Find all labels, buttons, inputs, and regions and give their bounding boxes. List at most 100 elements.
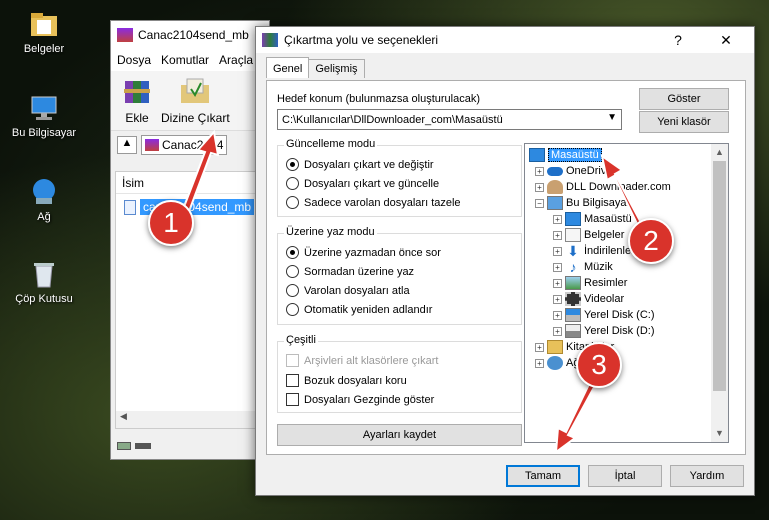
folder-icon bbox=[28, 8, 60, 40]
cancel-button[interactable]: İptal bbox=[588, 465, 662, 487]
ok-button[interactable]: Tamam bbox=[506, 465, 580, 487]
desktop-icon-label: Bu Bilgisayar bbox=[11, 127, 77, 139]
tree-node-user[interactable]: + DLL Downloader.com bbox=[535, 179, 671, 195]
file-icon bbox=[124, 199, 136, 215]
update-option-extract-update[interactable]: Dosyaları çıkart ve güncelle bbox=[286, 177, 439, 190]
checkbox bbox=[286, 354, 299, 367]
network-icon bbox=[547, 356, 563, 370]
collapse-icon[interactable]: − bbox=[535, 198, 544, 208]
tree-node-label: Masaüstü bbox=[584, 213, 632, 225]
desktop-icon-this-pc[interactable]: Bu Bilgisayar bbox=[4, 92, 84, 139]
expand-icon[interactable]: + bbox=[535, 358, 544, 368]
misc-option-show-in-explorer[interactable]: Dosyaları Gezginde göster bbox=[286, 393, 434, 406]
tree-node-label: Yerel Disk (C:) bbox=[584, 309, 655, 321]
overwrite-option-ask[interactable]: Üzerine yazmadan önce sor bbox=[286, 246, 441, 259]
destination-label: Hedef konum (bulunmazsa oluşturulacak) bbox=[277, 93, 480, 105]
menu-file[interactable]: Dosya bbox=[117, 53, 151, 67]
checkbox[interactable] bbox=[286, 374, 299, 387]
menu-commands[interactable]: Komutlar bbox=[161, 53, 209, 67]
dialog-title: Çıkartma yolu ve seçenekleri bbox=[284, 33, 439, 47]
help-title-button[interactable]: ? bbox=[658, 27, 698, 53]
tree-node-desktop[interactable]: Masaüstü bbox=[529, 147, 602, 163]
tree-node-videos[interactable]: + Videolar bbox=[553, 291, 624, 307]
desktop-icon-recycle-bin[interactable]: Çöp Kutusu bbox=[4, 258, 84, 305]
radio-button[interactable] bbox=[286, 303, 299, 316]
tab-general[interactable]: Genel bbox=[266, 57, 310, 78]
list-item[interactable]: canac2104send_mb bbox=[124, 198, 268, 216]
expand-icon[interactable]: + bbox=[553, 230, 562, 240]
overwrite-option-rename[interactable]: Otomatik yeniden adlandır bbox=[286, 303, 432, 316]
tab-advanced[interactable]: Gelişmiş bbox=[308, 59, 365, 78]
update-option-extract-replace[interactable]: Dosyaları çıkart ve değiştir bbox=[286, 158, 434, 171]
expand-icon[interactable]: + bbox=[553, 326, 562, 336]
up-folder-icon[interactable]: ▲ bbox=[117, 136, 137, 154]
expand-icon[interactable]: + bbox=[553, 294, 562, 304]
overwrite-mode-title: Üzerine yaz modu bbox=[284, 226, 377, 238]
misc-option-keep-broken[interactable]: Bozuk dosyaları koru bbox=[286, 374, 407, 387]
show-button[interactable]: Göster bbox=[639, 88, 729, 110]
archive-books-icon bbox=[121, 75, 153, 107]
tree-node-music[interactable]: + ♪ Müzik bbox=[553, 259, 613, 275]
tab-panel-general: Hedef konum (bulunmazsa oluşturulacak) C… bbox=[266, 80, 746, 455]
expand-icon[interactable]: + bbox=[553, 310, 562, 320]
extract-to-button[interactable]: Dizine Çıkart bbox=[161, 75, 230, 126]
file-list: İsim canac2104send_mb ◀ bbox=[115, 171, 269, 429]
key-icon bbox=[135, 443, 151, 449]
radio-button[interactable] bbox=[286, 177, 299, 190]
radio-button[interactable] bbox=[286, 265, 299, 278]
chevron-down-icon[interactable]: ▼ bbox=[607, 112, 617, 123]
update-option-freshen[interactable]: Sadece varolan dosyaları tazele bbox=[286, 196, 461, 209]
overwrite-option-skip[interactable]: Varolan dosyaları atla bbox=[286, 284, 410, 297]
checkbox[interactable] bbox=[286, 393, 299, 406]
overwrite-option-without-prompt[interactable]: Sormadan üzerine yaz bbox=[286, 265, 414, 278]
expand-icon[interactable]: + bbox=[553, 278, 562, 288]
extract-options-dialog: Çıkartma yolu ve seçenekleri ? ✕ Genel G… bbox=[255, 26, 755, 496]
option-label: Arşivleri alt klasörlere çıkart bbox=[304, 354, 439, 367]
expand-icon[interactable]: + bbox=[553, 262, 562, 272]
folder-tree[interactable]: Masaüstü + OneDrive + DLL Downloader.com… bbox=[524, 143, 729, 443]
tree-node-pc-desktop[interactable]: + Masaüstü bbox=[553, 211, 632, 227]
expand-icon[interactable]: + bbox=[535, 166, 544, 176]
menu-tools[interactable]: Araçla bbox=[219, 53, 253, 67]
path-combo[interactable]: Canac2104 bbox=[141, 135, 228, 155]
new-folder-button[interactable]: Yeni klasör bbox=[639, 111, 729, 133]
radio-button[interactable] bbox=[286, 158, 299, 171]
add-button[interactable]: Ekle bbox=[121, 75, 153, 126]
drive-icon bbox=[117, 442, 131, 450]
tree-vertical-scrollbar[interactable]: ▲ ▼ bbox=[711, 144, 728, 442]
expand-icon[interactable]: + bbox=[553, 246, 562, 256]
scroll-thumb[interactable] bbox=[713, 161, 726, 391]
desktop-icon-network[interactable]: Ağ bbox=[4, 176, 84, 223]
radio-button[interactable] bbox=[286, 246, 299, 259]
tree-node-disk-c[interactable]: + Yerel Disk (C:) bbox=[553, 307, 655, 323]
desktop-icon-documents[interactable]: Belgeler bbox=[4, 8, 84, 55]
update-mode-group: Güncelleme modu Dosyaları çıkart ve deği… bbox=[277, 138, 522, 217]
save-settings-button[interactable]: Ayarları kaydet bbox=[277, 424, 522, 446]
destination-combo[interactable]: C:\Kullanıcılar\DllDownloader_com\Masaüs… bbox=[277, 109, 622, 130]
recycle-bin-icon bbox=[28, 258, 60, 290]
scroll-down-icon[interactable]: ▼ bbox=[711, 425, 728, 442]
documents-icon bbox=[565, 228, 581, 242]
tree-node-network[interactable]: + Ağ bbox=[535, 355, 579, 371]
radio-button[interactable] bbox=[286, 196, 299, 209]
help-button[interactable]: Yardım bbox=[670, 465, 744, 487]
tree-node-pictures[interactable]: + Resimler bbox=[553, 275, 627, 291]
expand-icon[interactable]: + bbox=[535, 342, 544, 352]
tree-node-documents[interactable]: + Belgeler bbox=[553, 227, 624, 243]
close-button[interactable]: ✕ bbox=[706, 27, 746, 53]
tree-node-this-pc[interactable]: − Bu Bilgisayar bbox=[535, 195, 630, 211]
scroll-up-icon[interactable]: ▲ bbox=[711, 144, 728, 161]
tree-node-downloads[interactable]: + ⬇ İndirilenler bbox=[553, 243, 635, 259]
tree-node-disk-d[interactable]: + Yerel Disk (D:) bbox=[553, 323, 655, 339]
horizontal-scrollbar[interactable]: ◀ bbox=[116, 411, 268, 428]
step-badge-2: 2 bbox=[628, 218, 674, 264]
tree-node-onedrive[interactable]: + OneDrive bbox=[535, 163, 612, 179]
desktop-icon bbox=[565, 212, 581, 226]
update-mode-title: Güncelleme modu bbox=[284, 138, 378, 150]
option-label: Sadece varolan dosyaları tazele bbox=[304, 196, 461, 209]
expand-icon[interactable]: + bbox=[553, 214, 562, 224]
expand-icon[interactable]: + bbox=[535, 182, 544, 192]
drive-icon bbox=[565, 308, 581, 322]
column-header-name[interactable]: İsim bbox=[116, 172, 268, 194]
radio-button[interactable] bbox=[286, 284, 299, 297]
